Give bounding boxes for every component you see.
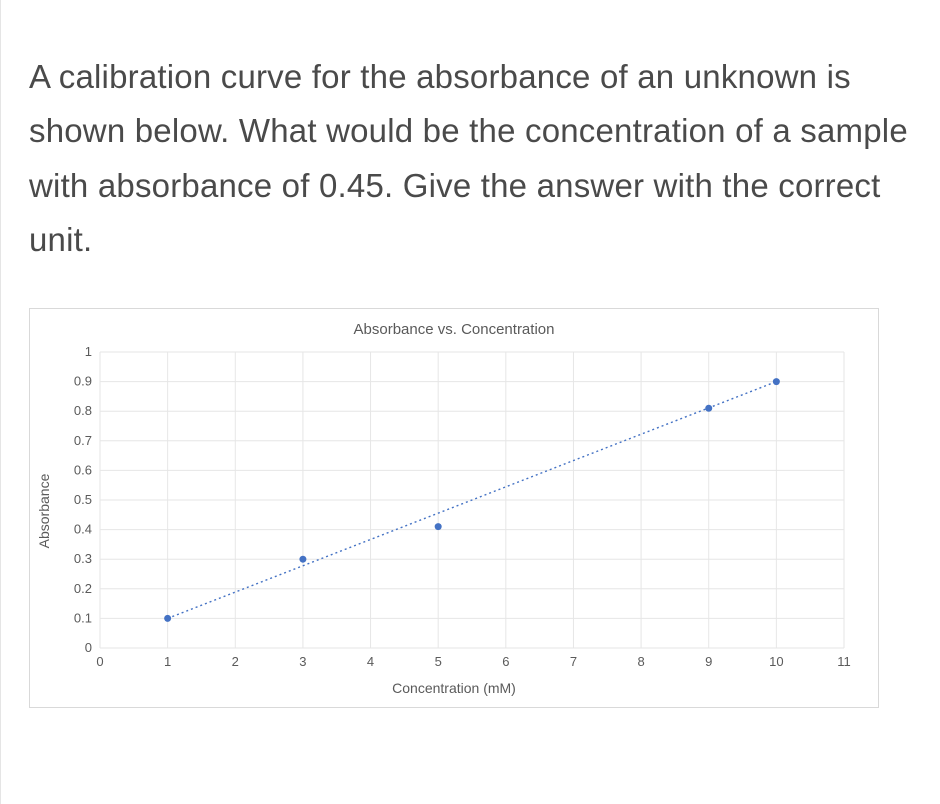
chart-container: Absorbance vs. Concentration Absorbance … [29, 308, 879, 708]
x-tick-label: 11 [837, 654, 851, 669]
chart-title: Absorbance vs. Concentration [48, 321, 860, 338]
y-axis-label: Absorbance [36, 473, 52, 548]
y-tick-label: 0.7 [74, 433, 92, 448]
data-point [705, 404, 712, 411]
y-tick-label: 0.9 [74, 373, 92, 388]
question-text: A calibration curve for the absorbance o… [29, 50, 912, 268]
y-tick-label: 0.1 [74, 610, 92, 625]
y-tick-label: 0.5 [74, 492, 92, 507]
y-tick-label: 0.2 [74, 581, 92, 596]
chart-svg: 0 1 2 3 4 5 6 7 8 9 10 11 0 0.1 0.2 0.3 0.4 0.5 0.6 0.7 0.8 0… [48, 346, 858, 676]
data-point [164, 615, 171, 622]
x-tick-label: 0 [96, 654, 103, 669]
data-point [435, 523, 442, 530]
y-tick-label: 1 [85, 346, 92, 359]
x-tick-label: 6 [502, 654, 509, 669]
data-point [299, 555, 306, 562]
data-point [773, 378, 780, 385]
y-tick-label: 0.3 [74, 551, 92, 566]
x-tick-label: 8 [637, 654, 644, 669]
x-tick-label: 9 [705, 654, 712, 669]
x-axis-label: Concentration (mM) [48, 680, 860, 696]
y-tick-label: 0.8 [74, 403, 92, 418]
x-tick-label: 4 [367, 654, 374, 669]
y-tick-label: 0.4 [74, 521, 92, 536]
x-tick-label: 1 [164, 654, 171, 669]
x-tick-label: 5 [435, 654, 442, 669]
plot-area: Absorbance 0123456789101100.10.20.30.40.… [48, 346, 860, 676]
x-tick-label: 3 [299, 654, 306, 669]
y-tick-label: 0.6 [74, 462, 92, 477]
x-tick-label: 2 [232, 654, 239, 669]
y-tick-label: 0 [85, 640, 92, 655]
x-tick-label: 7 [570, 654, 577, 669]
x-tick-label: 10 [769, 654, 783, 669]
